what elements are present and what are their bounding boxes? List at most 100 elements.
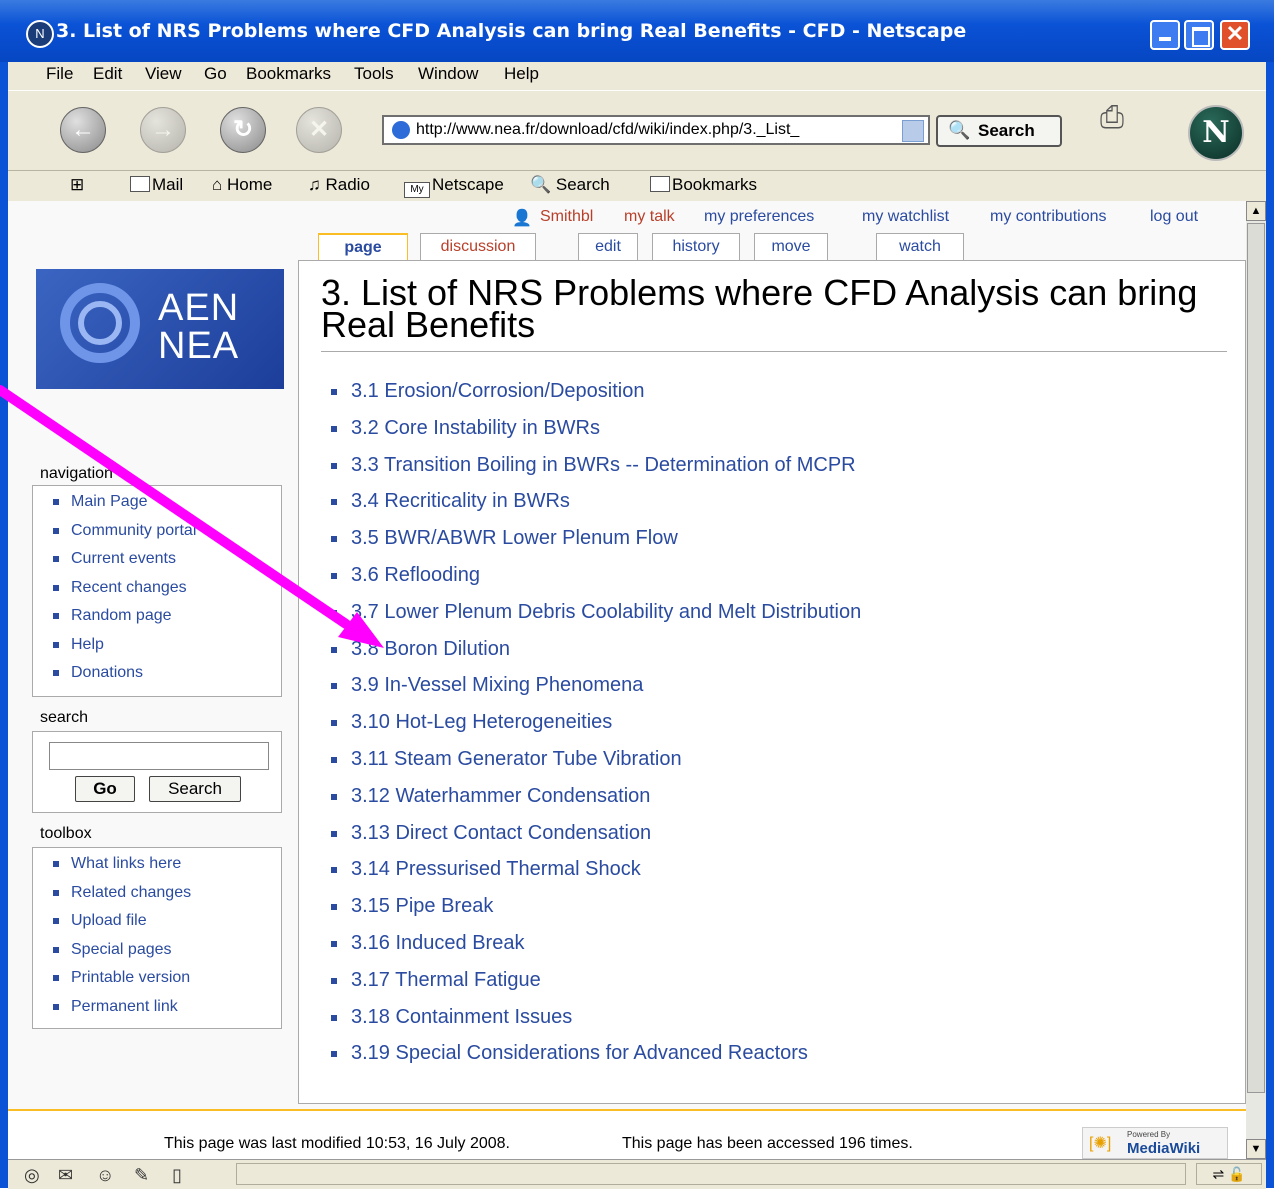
search-input[interactable]	[49, 742, 269, 770]
address-book-icon[interactable]: ▯	[172, 1165, 182, 1186]
stop-button[interactable]: ✕	[296, 107, 342, 153]
list-item[interactable]: 3.7 Lower Plenum Debris Coolability and …	[329, 600, 861, 637]
status-bar: ◎ ✉ ☺ ✎ ▯ ⇌ 🔓	[8, 1159, 1266, 1189]
web-search-button[interactable]: 🔍 Search	[936, 115, 1062, 147]
list-item[interactable]: 3.19 Special Considerations for Advanced…	[329, 1041, 861, 1078]
pb-home[interactable]: ⌂ Home	[212, 175, 272, 195]
reload-button[interactable]: ↻	[220, 107, 266, 153]
nav-help[interactable]: Help	[51, 635, 281, 664]
print-icon[interactable]: ⎙	[1100, 101, 1140, 139]
list-item[interactable]: 3.17 Thermal Fatigue	[329, 968, 861, 1005]
list-item[interactable]: 3.11 Steam Generator Tube Vibration	[329, 747, 861, 784]
search-button[interactable]: Search	[149, 776, 241, 802]
tab-edit[interactable]: edit	[578, 233, 638, 261]
tab-history[interactable]: history	[652, 233, 740, 261]
menu-tools[interactable]: Tools	[354, 64, 394, 84]
list-item[interactable]: 3.13 Direct Contact Condensation	[329, 821, 861, 858]
home-icon: ⌂	[212, 175, 227, 194]
menu-file[interactable]: File	[46, 64, 73, 84]
pb-netscape[interactable]: My Netscape	[404, 175, 504, 198]
site-logo[interactable]: AEN NEA	[36, 269, 284, 389]
nav-community-portal[interactable]: Community portal	[51, 521, 281, 550]
mediawiki-badge[interactable]: [✺] Powered By MediaWiki	[1082, 1127, 1228, 1159]
netscape-logo[interactable]: N	[1188, 105, 1244, 161]
vertical-scrollbar[interactable]: ▲ ▼	[1246, 201, 1266, 1159]
back-button[interactable]: ←	[60, 107, 106, 153]
my-preferences-link[interactable]: my preferences	[704, 208, 814, 226]
tab-discussion[interactable]: discussion	[420, 233, 536, 261]
mail-status-icon[interactable]: ✉	[58, 1165, 73, 1186]
window-titlebar[interactable]: N 3. List of NRS Problems where CFD Anal…	[0, 0, 1274, 62]
pb-radio[interactable]: ♫ Radio	[308, 175, 370, 195]
aim-icon[interactable]: ☺	[96, 1165, 114, 1186]
tool-printable-version[interactable]: Printable version	[51, 968, 281, 997]
minimize-button[interactable]	[1150, 20, 1180, 50]
forward-button[interactable]: →	[140, 107, 186, 153]
nav-current-events[interactable]: Current events	[51, 549, 281, 578]
nav-donations[interactable]: Donations	[51, 663, 281, 692]
reload-icon: ↻	[232, 116, 254, 143]
list-item[interactable]: 3.6 Reflooding	[329, 563, 861, 600]
list-item[interactable]: 3.5 BWR/ABWR Lower Plenum Flow	[329, 526, 861, 563]
security-lock-icon[interactable]: ⇌ 🔓	[1196, 1163, 1262, 1185]
user-link[interactable]: Smithbl	[540, 208, 593, 226]
stop-icon: ✕	[308, 116, 330, 143]
nav-main-page[interactable]: Main Page	[51, 492, 281, 521]
netscape-status-icon[interactable]: ◎	[24, 1165, 40, 1186]
close-button[interactable]: ✕	[1220, 20, 1250, 50]
address-input[interactable]: http://www.nea.fr/download/cfd/wiki/inde…	[416, 121, 876, 139]
list-item[interactable]: 3.3 Transition Boiling in BWRs -- Determ…	[329, 453, 861, 490]
list-item[interactable]: 3.4 Recriticality in BWRs	[329, 489, 861, 526]
menu-edit[interactable]: Edit	[93, 64, 122, 84]
pb-mail[interactable]: Mail	[130, 175, 183, 195]
my-watchlist-link[interactable]: my watchlist	[862, 208, 949, 226]
composer-icon[interactable]: ✎	[134, 1165, 149, 1186]
scroll-up-icon[interactable]: ▲	[1246, 201, 1266, 221]
tabs-icon[interactable]: ⊞	[70, 175, 84, 195]
list-item[interactable]: 3.15 Pipe Break	[329, 894, 861, 931]
list-item[interactable]: 3.8 Boron Dilution	[329, 637, 861, 674]
tab-page[interactable]: page	[318, 233, 408, 263]
toolbox-portlet: What links here Related changes Upload f…	[32, 847, 282, 1029]
tab-move[interactable]: move	[754, 233, 828, 261]
tool-what-links-here[interactable]: What links here	[51, 854, 281, 883]
tool-permanent-link[interactable]: Permanent link	[51, 997, 281, 1026]
tool-related-changes[interactable]: Related changes	[51, 883, 281, 912]
list-item[interactable]: 3.18 Containment Issues	[329, 1005, 861, 1042]
menu-help[interactable]: Help	[504, 64, 539, 84]
list-item[interactable]: 3.9 In-Vessel Mixing Phenomena	[329, 673, 861, 710]
list-item[interactable]: 3.1 Erosion/Corrosion/Deposition	[329, 379, 861, 416]
tool-upload-file[interactable]: Upload file	[51, 911, 281, 940]
pb-bookmarks[interactable]: Bookmarks	[650, 175, 757, 195]
address-bar[interactable]: http://www.nea.fr/download/cfd/wiki/inde…	[382, 115, 930, 145]
menu-view[interactable]: View	[145, 64, 182, 84]
navigation-toolbar: ← → ↻ ✕ http://www.nea.fr/download/cfd/w…	[8, 90, 1266, 171]
menu-go[interactable]: Go	[204, 64, 227, 84]
search-icon: 🔍	[530, 175, 556, 194]
list-item[interactable]: 3.10 Hot-Leg Heterogeneities	[329, 710, 861, 747]
tool-special-pages[interactable]: Special pages	[51, 940, 281, 969]
maximize-button[interactable]	[1184, 20, 1214, 50]
bookmarks-icon	[650, 176, 670, 192]
pb-search[interactable]: 🔍 Search	[530, 175, 610, 195]
list-item[interactable]: 3.14 Pressurised Thermal Shock	[329, 857, 861, 894]
tab-watch[interactable]: watch	[876, 233, 964, 261]
log-out-link[interactable]: log out	[1150, 208, 1198, 226]
scroll-down-icon[interactable]: ▼	[1246, 1139, 1266, 1159]
menu-window[interactable]: Window	[418, 64, 478, 84]
go-button[interactable]: Go	[75, 776, 135, 802]
url-dropdown-icon[interactable]	[902, 120, 924, 142]
user-icon: 👤	[512, 210, 532, 227]
list-item[interactable]: 3.16 Induced Break	[329, 931, 861, 968]
navigation-title: navigation	[40, 465, 113, 482]
scroll-thumb[interactable]	[1247, 223, 1265, 1093]
window-frame-right	[1266, 62, 1274, 1188]
menu-bookmarks[interactable]: Bookmarks	[246, 64, 331, 84]
list-item[interactable]: 3.12 Waterhammer Condensation	[329, 784, 861, 821]
forward-arrow-icon: →	[151, 116, 175, 143]
list-item[interactable]: 3.2 Core Instability in BWRs	[329, 416, 861, 453]
my-contributions-link[interactable]: my contributions	[990, 208, 1107, 226]
my-talk-link[interactable]: my talk	[624, 208, 675, 226]
nav-recent-changes[interactable]: Recent changes	[51, 578, 281, 607]
nav-random-page[interactable]: Random page	[51, 606, 281, 635]
